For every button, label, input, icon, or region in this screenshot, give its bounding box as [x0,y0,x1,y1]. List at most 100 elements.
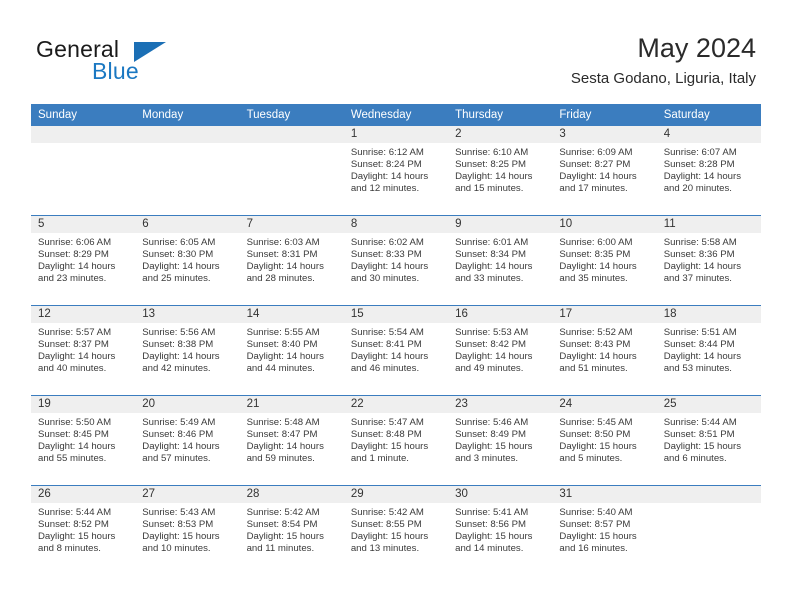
calendar-table: Sunday Monday Tuesday Wednesday Thursday… [31,104,761,575]
calendar-day-cell-empty [135,126,240,216]
calendar-day-cell[interactable]: 30 Sunrise: 5:41 AM Sunset: 8:56 PM Dayligh… [448,485,553,575]
day-daylight2-text: and 14 minutes. [455,543,524,555]
calendar-day-cell[interactable]: 19 Sunrise: 5:50 AM Sunset: 8:45 PM Dayligh… [31,395,136,486]
calendar-day-cell[interactable]: 23 Sunrise: 5:46 AM Sunset: 8:49 PM Dayligh… [448,395,553,486]
calendar-day-cell[interactable]: 27 Sunrise: 5:43 AM Sunset: 8:53 PM Dayligh… [135,485,240,575]
day-number: 10 [552,216,657,233]
calendar-day-cell[interactable]: 26 Sunrise: 5:44 AM Sunset: 8:52 PM Dayligh… [31,485,136,575]
day-daylight2-text: and 8 minutes. [38,543,101,555]
day-number: 23 [448,396,553,413]
calendar-day-cell[interactable]: 24 Sunrise: 5:45 AM Sunset: 8:50 PM Dayligh… [552,395,657,486]
calendar-week-row: 5 Sunrise: 6:06 AM Sunset: 8:29 PM Daylight… [31,215,761,306]
calendar-day-cell[interactable]: 5 Sunrise: 6:06 AM Sunset: 8:29 PM Daylight… [31,215,136,306]
brand-name-blue: Blue [92,58,139,84]
day-daylight2-text: and 28 minutes. [246,273,315,285]
day-sunrise-text: Sunrise: 6:07 AM [663,147,737,158]
day-number: 31 [552,486,657,503]
day-daylight1-text: Daylight: 15 hours [559,531,637,543]
calendar-day-cell[interactable]: 9 Sunrise: 6:01 AM Sunset: 8:34 PM Daylight… [448,215,553,306]
calendar-day-cell-empty [31,126,136,216]
calendar-grid: Sunday Monday Tuesday Wednesday Thursday… [31,104,761,575]
day-number: 24 [552,396,657,413]
day-sunset-text: Sunset: 8:27 PM [559,159,631,171]
day-details: Sunrise: 5:49 AM Sunset: 8:46 PM Daylight:… [135,413,239,465]
day-sunset-text: Sunset: 8:31 PM [246,249,318,261]
calendar-day-cell[interactable]: 16 Sunrise: 5:53 AM Sunset: 8:42 PM Dayligh… [448,305,553,396]
day-daylight2-text: and 49 minutes. [455,363,524,375]
calendar-day-cell[interactable]: 11 Sunrise: 5:58 AM Sunset: 8:36 PM Dayligh… [656,215,761,306]
day-sunrise-text: Sunrise: 5:58 AM [663,237,737,248]
day-number: 21 [239,396,344,413]
calendar-day-cell[interactable]: 17 Sunrise: 5:52 AM Sunset: 8:43 PM Dayligh… [552,305,657,396]
calendar-day-cell[interactable]: 20 Sunrise: 5:49 AM Sunset: 8:46 PM Dayligh… [135,395,240,486]
calendar-day-cell[interactable]: 8 Sunrise: 6:02 AM Sunset: 8:33 PM Daylight… [343,215,449,306]
calendar-day-cell[interactable]: 4 Sunrise: 6:07 AM Sunset: 8:28 PM Daylight… [656,126,761,216]
day-number [239,126,344,143]
day-number: 6 [135,216,240,233]
calendar-page: General Blue May 2024 Sesta Godano, Ligu… [0,0,792,612]
day-daylight2-text: and 53 minutes. [663,363,732,375]
day-daylight1-text: Daylight: 14 hours [350,261,429,273]
day-details: Sunrise: 5:42 AM Sunset: 8:54 PM Daylight:… [240,503,344,555]
day-sunrise-text: Sunrise: 6:05 AM [142,237,216,248]
day-details: Sunrise: 5:44 AM Sunset: 8:51 PM Daylight:… [657,413,761,465]
day-sunrise-text: Sunrise: 5:42 AM [350,507,424,518]
day-sunset-text: Sunset: 8:29 PM [38,249,109,261]
day-number [656,486,761,503]
day-sunrise-text: Sunrise: 6:09 AM [559,147,633,158]
day-number: 7 [239,216,344,233]
day-details: Sunrise: 5:52 AM Sunset: 8:43 PM Daylight:… [552,323,656,375]
weekday-header-thursday: Thursday [448,104,553,126]
day-sunrise-text: Sunrise: 5:41 AM [455,507,529,518]
day-sunrise-text: Sunrise: 5:49 AM [142,417,216,428]
calendar-day-cell[interactable]: 21 Sunrise: 5:48 AM Sunset: 8:47 PM Dayligh… [239,395,344,486]
calendar-day-cell[interactable]: 2 Sunrise: 6:10 AM Sunset: 8:25 PM Daylight… [448,126,553,216]
calendar-day-cell[interactable]: 31 Sunrise: 5:40 AM Sunset: 8:57 PM Dayligh… [552,485,657,575]
day-sunset-text: Sunset: 8:57 PM [559,519,631,531]
day-daylight1-text: Daylight: 14 hours [142,351,220,363]
day-number: 29 [343,486,449,503]
page-header: General Blue May 2024 Sesta Godano, Ligu… [0,0,792,100]
day-daylight2-text: and 44 minutes. [246,363,315,375]
calendar-day-cell[interactable]: 13 Sunrise: 5:56 AM Sunset: 8:38 PM Dayligh… [135,305,240,396]
calendar-day-cell[interactable]: 15 Sunrise: 5:54 AM Sunset: 8:41 PM Dayligh… [343,305,449,396]
day-details: Sunrise: 5:47 AM Sunset: 8:48 PM Daylight:… [344,413,448,465]
calendar-day-cell[interactable]: 1 Sunrise: 6:12 AM Sunset: 8:24 PM Daylight… [343,126,449,216]
brand-logo[interactable]: General Blue [36,36,226,88]
day-details: Sunrise: 6:00 AM Sunset: 8:35 PM Daylight:… [552,233,656,285]
day-sunset-text: Sunset: 8:41 PM [350,339,422,351]
calendar-day-cell[interactable]: 28 Sunrise: 5:42 AM Sunset: 8:54 PM Dayligh… [239,485,344,575]
day-sunrise-text: Sunrise: 5:54 AM [350,327,424,338]
day-daylight2-text: and 46 minutes. [350,363,420,375]
day-number: 8 [343,216,449,233]
day-daylight1-text: Daylight: 14 hours [350,171,429,183]
calendar-day-cell[interactable]: 6 Sunrise: 6:05 AM Sunset: 8:30 PM Daylight… [135,215,240,306]
calendar-day-cell[interactable]: 29 Sunrise: 5:42 AM Sunset: 8:55 PM Dayligh… [343,485,449,575]
day-sunset-text: Sunset: 8:33 PM [350,249,422,261]
calendar-day-cell[interactable]: 3 Sunrise: 6:09 AM Sunset: 8:27 PM Daylight… [552,126,657,216]
day-details: Sunrise: 5:42 AM Sunset: 8:55 PM Daylight:… [344,503,448,555]
day-daylight1-text: Daylight: 14 hours [559,351,637,363]
day-details: Sunrise: 5:50 AM Sunset: 8:45 PM Daylight:… [31,413,135,465]
day-number: 12 [31,306,136,323]
weekday-header-sunday: Sunday [31,104,136,126]
calendar-day-cell[interactable]: 10 Sunrise: 6:00 AM Sunset: 8:35 PM Dayligh… [552,215,657,306]
day-sunset-text: Sunset: 8:42 PM [455,339,527,351]
calendar-day-cell[interactable]: 14 Sunrise: 5:55 AM Sunset: 8:40 PM Dayligh… [239,305,344,396]
calendar-day-cell[interactable]: 25 Sunrise: 5:44 AM Sunset: 8:51 PM Dayligh… [656,395,761,486]
day-details: Sunrise: 5:45 AM Sunset: 8:50 PM Daylight:… [552,413,656,465]
day-details: Sunrise: 5:51 AM Sunset: 8:44 PM Daylight:… [657,323,761,375]
calendar-day-cell[interactable]: 7 Sunrise: 6:03 AM Sunset: 8:31 PM Daylight… [239,215,344,306]
day-details: Sunrise: 6:05 AM Sunset: 8:30 PM Daylight:… [135,233,239,285]
calendar-day-cell-empty [656,485,761,575]
day-details: Sunrise: 5:48 AM Sunset: 8:47 PM Daylight:… [240,413,344,465]
day-sunrise-text: Sunrise: 5:53 AM [455,327,529,338]
calendar-day-cell[interactable]: 12 Sunrise: 5:57 AM Sunset: 8:37 PM Dayligh… [31,305,136,396]
calendar-day-cell[interactable]: 18 Sunrise: 5:51 AM Sunset: 8:44 PM Dayligh… [656,305,761,396]
day-details: Sunrise: 6:01 AM Sunset: 8:34 PM Daylight:… [448,233,552,285]
day-sunset-text: Sunset: 8:34 PM [455,249,527,261]
calendar-day-cell[interactable]: 22 Sunrise: 5:47 AM Sunset: 8:48 PM Dayligh… [343,395,449,486]
day-sunset-text: Sunset: 8:50 PM [559,429,631,441]
day-daylight1-text: Daylight: 15 hours [559,441,637,453]
day-daylight2-text: and 55 minutes. [38,453,107,465]
